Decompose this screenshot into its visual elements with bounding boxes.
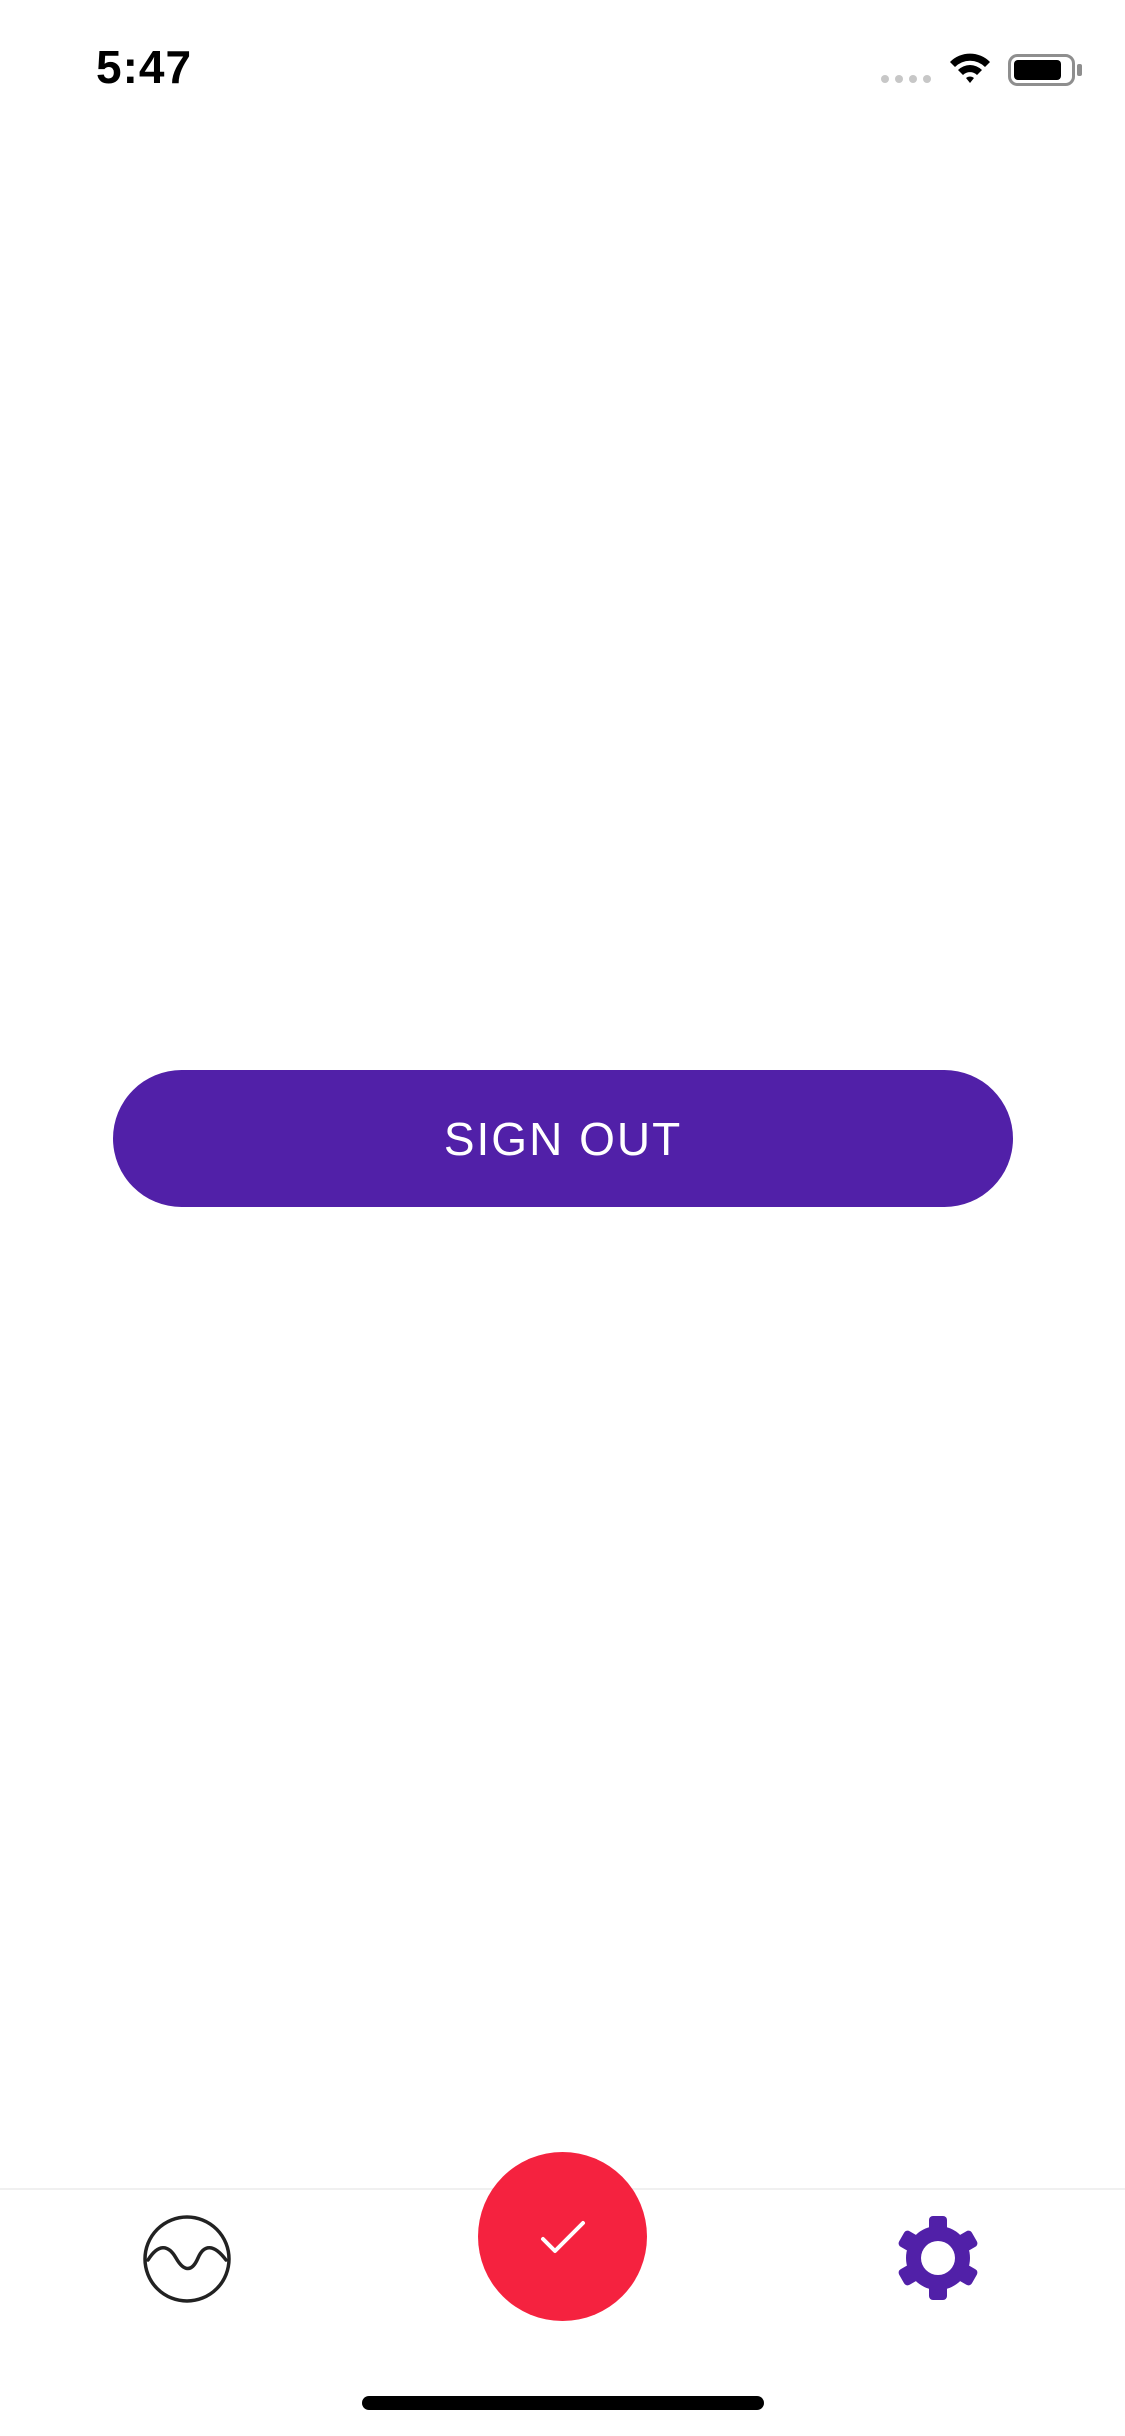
cellular-signal-icon: [881, 75, 931, 83]
status-bar: 5:47: [0, 0, 1125, 132]
tab-checkin-button[interactable]: [478, 2152, 647, 2321]
wave-circle-icon: [143, 2215, 231, 2303]
tab-wave[interactable]: [142, 2214, 232, 2304]
status-time: 5:47: [96, 41, 193, 93]
gear-icon: [898, 2216, 978, 2300]
checkmark-icon: [540, 2220, 585, 2253]
home-indicator[interactable]: [362, 2396, 764, 2410]
sign-out-label: SIGN OUT: [443, 1112, 683, 1165]
settings-screen: 5:47 SIGN OUT: [0, 0, 1125, 2436]
battery-icon: [1008, 54, 1082, 86]
wifi-icon: [950, 53, 990, 83]
tab-settings[interactable]: [894, 2214, 982, 2302]
sign-out-button[interactable]: SIGN OUT: [113, 1070, 1013, 1207]
